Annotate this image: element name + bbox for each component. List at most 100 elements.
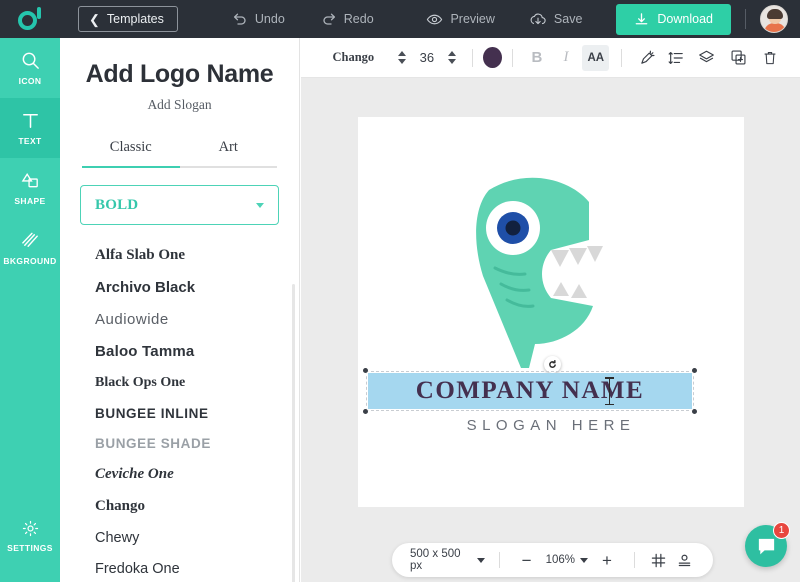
cloud-save-icon bbox=[529, 11, 547, 28]
save-label: Save bbox=[554, 12, 583, 26]
panel-scrollbar[interactable] bbox=[292, 284, 295, 582]
sidebar-item-shape[interactable]: SHAPE bbox=[0, 158, 60, 218]
sidebar-item-bkground-label: BKGROUND bbox=[3, 256, 56, 266]
left-nav: ICON TEXT SHAPE BKGR bbox=[0, 38, 60, 582]
top-bar-divider bbox=[745, 9, 746, 29]
bottom-bar-divider bbox=[499, 552, 500, 568]
text-effects-button[interactable] bbox=[634, 45, 659, 71]
shape-icon bbox=[20, 170, 41, 191]
chevron-down-icon bbox=[580, 558, 588, 563]
page-title: Add Logo Name bbox=[60, 60, 299, 89]
bottom-bar-divider bbox=[634, 552, 635, 568]
resize-handle-bottom-right[interactable] bbox=[691, 408, 698, 415]
download-button[interactable]: Download bbox=[616, 4, 731, 35]
layers-button[interactable] bbox=[692, 45, 720, 71]
top-bar-right-group: Preview Save Download bbox=[426, 4, 800, 35]
font-size-stepper-right[interactable] bbox=[442, 51, 462, 64]
resize-handle-top-left[interactable] bbox=[362, 367, 369, 374]
layers-icon bbox=[698, 49, 715, 66]
grid-toggle-button[interactable] bbox=[649, 549, 669, 571]
rotate-icon bbox=[548, 360, 557, 369]
resize-handle-bottom-left[interactable] bbox=[362, 408, 369, 415]
text-cursor bbox=[609, 377, 610, 405]
list-item[interactable]: BUNGEE INLINE bbox=[95, 398, 299, 428]
toolbar-divider bbox=[512, 49, 513, 67]
preview-button[interactable]: Preview bbox=[426, 11, 494, 28]
font-size-stepper-left[interactable] bbox=[392, 51, 412, 64]
redo-button[interactable]: Redo bbox=[321, 11, 374, 27]
sidebar-item-bkground[interactable]: BKGROUND bbox=[0, 218, 60, 278]
list-item[interactable]: Chango bbox=[95, 490, 299, 522]
save-button[interactable]: Save bbox=[529, 11, 583, 28]
list-item[interactable]: Ceviche One bbox=[95, 458, 299, 490]
list-item[interactable]: Baloo Tamma bbox=[95, 335, 299, 367]
align-center-button[interactable] bbox=[675, 549, 695, 571]
delete-button[interactable] bbox=[756, 45, 784, 71]
company-name-text: COMPANY NAME bbox=[366, 371, 694, 411]
canvas-size-value: 500 x 500 px bbox=[410, 548, 469, 572]
top-bar: ❮ Templates Undo Redo bbox=[0, 0, 800, 38]
list-item[interactable]: Audiowide bbox=[95, 303, 299, 335]
user-avatar[interactable] bbox=[760, 5, 788, 33]
toolbar-divider bbox=[472, 49, 473, 67]
trash-icon bbox=[762, 50, 778, 66]
editor-area: Chango 36 B I AA bbox=[301, 38, 800, 582]
sidebar-item-text-label: TEXT bbox=[18, 136, 41, 146]
text-icon bbox=[20, 110, 41, 131]
slogan-text[interactable]: SLOGAN HERE bbox=[358, 417, 744, 434]
canvas-size-select[interactable]: 500 x 500 px bbox=[410, 548, 485, 572]
duplicate-icon bbox=[730, 49, 747, 66]
sidebar-item-icon[interactable]: ICON bbox=[0, 38, 60, 98]
toolbar-divider bbox=[621, 49, 622, 67]
download-icon bbox=[634, 12, 649, 27]
sidebar-item-settings-label: SETTINGS bbox=[7, 543, 53, 553]
zoom-level-select[interactable]: 106% bbox=[546, 554, 588, 566]
chat-bubble-icon bbox=[756, 536, 777, 557]
app-logo[interactable] bbox=[0, 0, 60, 38]
monster-logo-graphic[interactable] bbox=[443, 172, 633, 372]
chevron-down-icon bbox=[477, 558, 485, 563]
text-options-toolbar: Chango 36 B I AA bbox=[301, 38, 800, 78]
tab-active-indicator bbox=[82, 166, 180, 168]
tab-art[interactable]: Art bbox=[180, 139, 278, 166]
company-name-textbox[interactable]: COMPANY NAME bbox=[366, 371, 694, 411]
list-item[interactable]: Archivo Black bbox=[95, 271, 299, 303]
list-item[interactable]: Fredoka One bbox=[95, 553, 299, 582]
list-item[interactable]: Black Ops One bbox=[95, 367, 299, 398]
sidebar-item-settings[interactable]: SETTINGS bbox=[0, 506, 60, 566]
sidebar-item-text[interactable]: TEXT bbox=[0, 98, 60, 158]
sidebar-item-icon-label: ICON bbox=[19, 76, 42, 86]
eye-icon bbox=[426, 11, 443, 28]
chat-unread-badge: 1 bbox=[773, 522, 790, 539]
list-item[interactable]: Alfa Slab One bbox=[95, 239, 299, 271]
italic-button[interactable]: I bbox=[553, 45, 578, 71]
templates-button[interactable]: ❮ Templates bbox=[78, 6, 178, 32]
font-style-select[interactable]: BOLD bbox=[80, 185, 279, 225]
duplicate-button[interactable] bbox=[724, 45, 752, 71]
line-height-button[interactable] bbox=[663, 45, 688, 71]
zoom-level-value: 106% bbox=[546, 554, 575, 566]
list-item[interactable]: BUNGEE SHADE bbox=[95, 428, 299, 458]
toolbar-right-group bbox=[690, 45, 786, 71]
text-case-button[interactable]: AA bbox=[582, 45, 609, 71]
artboard-canvas[interactable]: COMPANY NAME SLOGAN HERE bbox=[358, 117, 744, 507]
tab-classic[interactable]: Classic bbox=[82, 139, 180, 166]
zoom-out-button[interactable]: − bbox=[514, 552, 540, 569]
redo-icon bbox=[321, 11, 337, 27]
list-item[interactable]: Chewy bbox=[95, 522, 299, 553]
font-size-value[interactable]: 36 bbox=[412, 50, 442, 65]
text-color-swatch[interactable] bbox=[483, 47, 502, 68]
grid-icon bbox=[651, 553, 666, 568]
undo-label: Undo bbox=[255, 12, 285, 26]
panel-tabs: Classic Art bbox=[82, 139, 277, 166]
zoom-in-button[interactable]: + bbox=[594, 552, 620, 569]
undo-button[interactable]: Undo bbox=[232, 11, 285, 27]
bold-button[interactable]: B bbox=[524, 45, 549, 71]
magic-wand-icon bbox=[639, 50, 655, 66]
background-icon bbox=[20, 230, 41, 251]
chat-launcher-button[interactable]: 1 bbox=[745, 525, 787, 567]
tabs-underline bbox=[82, 166, 277, 168]
resize-handle-top-right[interactable] bbox=[691, 367, 698, 374]
brand-logo-icon bbox=[18, 7, 42, 31]
font-name-selector[interactable]: Chango bbox=[315, 50, 392, 65]
